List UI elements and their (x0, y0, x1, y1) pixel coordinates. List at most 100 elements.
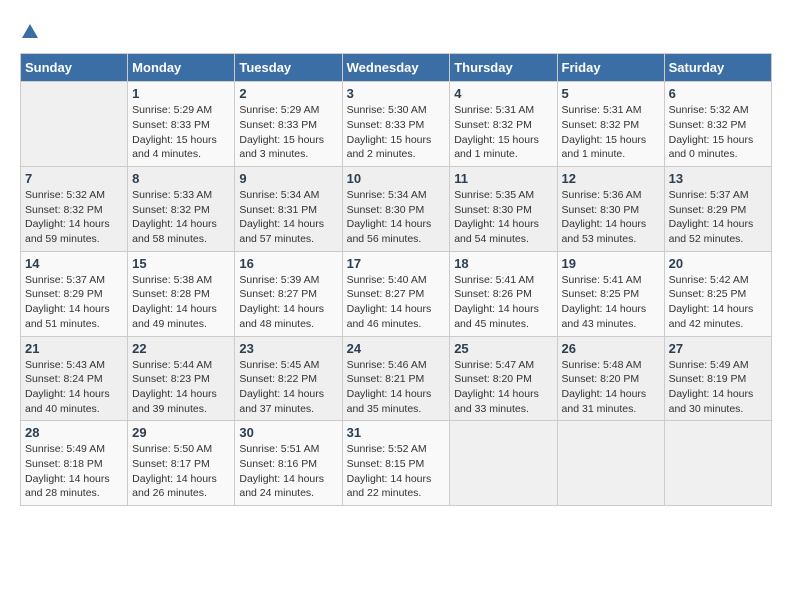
day-number: 14 (25, 256, 123, 271)
day-info: Sunrise: 5:32 AMSunset: 8:32 PMDaylight:… (669, 103, 767, 162)
day-cell: 3 Sunrise: 5:30 AMSunset: 8:33 PMDaylight… (342, 82, 450, 167)
day-number: 15 (132, 256, 230, 271)
day-number: 11 (454, 171, 552, 186)
day-cell: 10 Sunrise: 5:34 AMSunset: 8:30 PMDayligh… (342, 167, 450, 252)
day-cell: 23Sunrise: 5:45 AMSunset: 8:22 PMDayligh… (235, 336, 342, 421)
day-cell: 1 Sunrise: 5:29 AMSunset: 8:33 PMDaylight… (128, 82, 235, 167)
day-number: 8 (132, 171, 230, 186)
day-info: Sunrise: 5:36 AMSunset: 8:30 PMDaylight:… (562, 188, 660, 247)
day-info: Sunrise: 5:48 AMSunset: 8:20 PMDaylight:… (562, 358, 660, 417)
day-info: Sunrise: 5:31 AMSunset: 8:32 PMDaylight:… (454, 103, 552, 162)
day-cell: 18 Sunrise: 5:41 AMSunset: 8:26 PMDayligh… (450, 251, 557, 336)
header-saturday: Saturday (664, 54, 771, 82)
week-row-5: 28 Sunrise: 5:49 AMSunset: 8:18 PMDayligh… (21, 421, 772, 506)
day-number: 29 (132, 425, 230, 440)
header-thursday: Thursday (450, 54, 557, 82)
day-number: 31 (347, 425, 446, 440)
day-number: 16 (239, 256, 337, 271)
header-row: SundayMondayTuesdayWednesdayThursdayFrid… (21, 54, 772, 82)
day-info: Sunrise: 5:51 AMSunset: 8:16 PMDaylight:… (239, 442, 337, 501)
day-number: 10 (347, 171, 446, 186)
day-number: 28 (25, 425, 123, 440)
day-info: Sunrise: 5:37 AMSunset: 8:29 PMDaylight:… (25, 273, 123, 332)
day-info: Sunrise: 5:44 AMSunset: 8:23 PMDaylight:… (132, 358, 230, 417)
day-number: 25 (454, 341, 552, 356)
day-number: 22 (132, 341, 230, 356)
logo (20, 20, 38, 43)
day-number: 30 (239, 425, 337, 440)
day-number: 7 (25, 171, 123, 186)
day-number: 13 (669, 171, 767, 186)
day-info: Sunrise: 5:41 AMSunset: 8:25 PMDaylight:… (562, 273, 660, 332)
day-number: 2 (239, 86, 337, 101)
header-tuesday: Tuesday (235, 54, 342, 82)
day-number: 19 (562, 256, 660, 271)
day-cell: 19 Sunrise: 5:41 AMSunset: 8:25 PMDayligh… (557, 251, 664, 336)
day-number: 1 (132, 86, 230, 101)
day-number: 23 (239, 341, 337, 356)
day-info: Sunrise: 5:29 AMSunset: 8:33 PMDaylight:… (239, 103, 337, 162)
day-number: 21 (25, 341, 123, 356)
day-info: Sunrise: 5:29 AMSunset: 8:33 PMDaylight:… (132, 103, 230, 162)
day-cell: 14 Sunrise: 5:37 AMSunset: 8:29 PMDayligh… (21, 251, 128, 336)
day-number: 5 (562, 86, 660, 101)
day-cell: 4 Sunrise: 5:31 AMSunset: 8:32 PMDaylight… (450, 82, 557, 167)
day-cell: 30 Sunrise: 5:51 AMSunset: 8:16 PMDayligh… (235, 421, 342, 506)
day-number: 12 (562, 171, 660, 186)
logo-line1 (20, 20, 38, 43)
day-cell: 29 Sunrise: 5:50 AMSunset: 8:17 PMDayligh… (128, 421, 235, 506)
day-cell: 2 Sunrise: 5:29 AMSunset: 8:33 PMDaylight… (235, 82, 342, 167)
day-cell: 25Sunrise: 5:47 AMSunset: 8:20 PMDayligh… (450, 336, 557, 421)
header-wednesday: Wednesday (342, 54, 450, 82)
day-cell: 24Sunrise: 5:46 AMSunset: 8:21 PMDayligh… (342, 336, 450, 421)
day-cell: 11 Sunrise: 5:35 AMSunset: 8:30 PMDayligh… (450, 167, 557, 252)
day-cell: 9Sunrise: 5:34 AMSunset: 8:31 PMDaylight… (235, 167, 342, 252)
day-number: 26 (562, 341, 660, 356)
day-info: Sunrise: 5:50 AMSunset: 8:17 PMDaylight:… (132, 442, 230, 501)
day-cell: 15 Sunrise: 5:38 AMSunset: 8:28 PMDayligh… (128, 251, 235, 336)
day-number: 9 (239, 171, 337, 186)
day-cell: 28 Sunrise: 5:49 AMSunset: 8:18 PMDayligh… (21, 421, 128, 506)
day-cell: 16 Sunrise: 5:39 AMSunset: 8:27 PMDayligh… (235, 251, 342, 336)
day-info: Sunrise: 5:34 AMSunset: 8:30 PMDaylight:… (347, 188, 446, 247)
logo-icon (22, 24, 38, 38)
day-info: Sunrise: 5:52 AMSunset: 8:15 PMDaylight:… (347, 442, 446, 501)
day-info: Sunrise: 5:49 AMSunset: 8:19 PMDaylight:… (669, 358, 767, 417)
day-cell: 20Sunrise: 5:42 AMSunset: 8:25 PMDayligh… (664, 251, 771, 336)
day-cell: 21 Sunrise: 5:43 AMSunset: 8:24 PMDayligh… (21, 336, 128, 421)
day-info: Sunrise: 5:31 AMSunset: 8:32 PMDaylight:… (562, 103, 660, 162)
day-info: Sunrise: 5:40 AMSunset: 8:27 PMDaylight:… (347, 273, 446, 332)
day-info: Sunrise: 5:38 AMSunset: 8:28 PMDaylight:… (132, 273, 230, 332)
day-number: 24 (347, 341, 446, 356)
day-cell: 26 Sunrise: 5:48 AMSunset: 8:20 PMDayligh… (557, 336, 664, 421)
page-header (20, 20, 772, 43)
day-info: Sunrise: 5:43 AMSunset: 8:24 PMDaylight:… (25, 358, 123, 417)
header-sunday: Sunday (21, 54, 128, 82)
day-number: 18 (454, 256, 552, 271)
calendar-table: SundayMondayTuesdayWednesdayThursdayFrid… (20, 53, 772, 506)
week-row-2: 7 Sunrise: 5:32 AMSunset: 8:32 PMDaylight… (21, 167, 772, 252)
day-info: Sunrise: 5:32 AMSunset: 8:32 PMDaylight:… (25, 188, 123, 247)
day-cell: 17 Sunrise: 5:40 AMSunset: 8:27 PMDayligh… (342, 251, 450, 336)
day-cell: 7 Sunrise: 5:32 AMSunset: 8:32 PMDaylight… (21, 167, 128, 252)
day-cell (450, 421, 557, 506)
day-info: Sunrise: 5:39 AMSunset: 8:27 PMDaylight:… (239, 273, 337, 332)
day-number: 3 (347, 86, 446, 101)
day-info: Sunrise: 5:37 AMSunset: 8:29 PMDaylight:… (669, 188, 767, 247)
day-info: Sunrise: 5:30 AMSunset: 8:33 PMDaylight:… (347, 103, 446, 162)
day-cell (557, 421, 664, 506)
day-info: Sunrise: 5:49 AMSunset: 8:18 PMDaylight:… (25, 442, 123, 501)
day-number: 4 (454, 86, 552, 101)
day-cell: 22 Sunrise: 5:44 AMSunset: 8:23 PMDayligh… (128, 336, 235, 421)
day-info: Sunrise: 5:33 AMSunset: 8:32 PMDaylight:… (132, 188, 230, 247)
day-number: 27 (669, 341, 767, 356)
day-number: 17 (347, 256, 446, 271)
day-info: Sunrise: 5:41 AMSunset: 8:26 PMDaylight:… (454, 273, 552, 332)
week-row-4: 21 Sunrise: 5:43 AMSunset: 8:24 PMDayligh… (21, 336, 772, 421)
day-cell: 31 Sunrise: 5:52 AMSunset: 8:15 PMDayligh… (342, 421, 450, 506)
day-info: Sunrise: 5:35 AMSunset: 8:30 PMDaylight:… (454, 188, 552, 247)
day-cell: 12 Sunrise: 5:36 AMSunset: 8:30 PMDayligh… (557, 167, 664, 252)
day-cell: 6Sunrise: 5:32 AMSunset: 8:32 PMDaylight… (664, 82, 771, 167)
week-row-3: 14 Sunrise: 5:37 AMSunset: 8:29 PMDayligh… (21, 251, 772, 336)
day-cell: 27 Sunrise: 5:49 AMSunset: 8:19 PMDayligh… (664, 336, 771, 421)
